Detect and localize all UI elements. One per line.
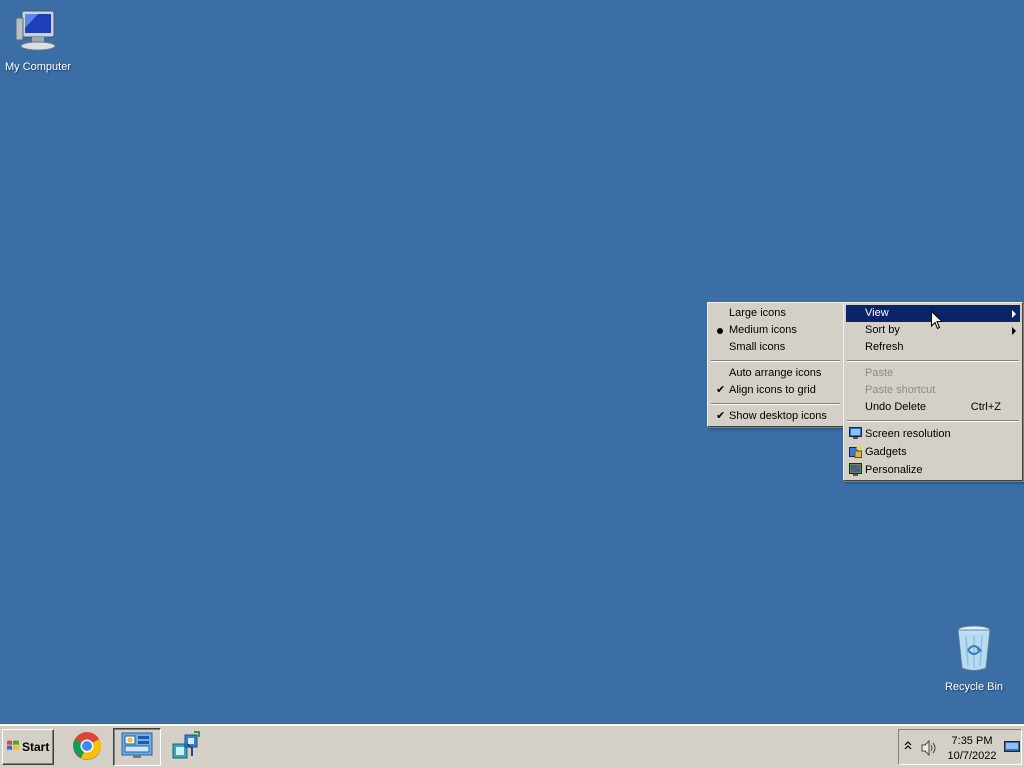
clock-time: 7:35 PM (951, 735, 993, 747)
monitor-icon (849, 427, 862, 440)
taskbar: Start 7:35 PM 10/7/2022 (0, 724, 1024, 768)
show-hidden-icons-button[interactable] (904, 740, 912, 753)
network-icon (170, 730, 202, 765)
start-button[interactable]: Start (2, 729, 54, 765)
taskbar-control-panel-button[interactable] (113, 728, 161, 766)
menu-item-label: Sort by (865, 324, 900, 336)
chrome-icon (72, 731, 102, 764)
checkmark-icon: ✔ (716, 410, 726, 422)
recycle-bin-label: Recycle Bin (944, 681, 1004, 693)
submenu-arrow-icon (1012, 327, 1016, 335)
menu-item-paste-shortcut[interactable]: Paste shortcut (846, 382, 1020, 399)
clock-date: 10/7/2022 (947, 750, 997, 762)
menu-item-align-icons-to-grid[interactable]: ✔ Align icons to grid (710, 382, 841, 399)
menu-item-label: Undo Delete (865, 401, 927, 413)
taskbar-network-button[interactable] (162, 728, 210, 766)
menu-item-auto-arrange-icons[interactable]: Auto arrange icons (710, 365, 841, 382)
menu-separator (710, 356, 841, 365)
my-computer-label: My Computer (4, 61, 72, 73)
menu-item-label: Refresh (865, 341, 904, 353)
radio-bullet-icon (717, 328, 723, 334)
menu-item-label: Screen resolution (865, 428, 951, 440)
clock[interactable]: 7:35 PM 10/7/2022 (945, 734, 999, 764)
control-panel-icon (121, 731, 153, 764)
menu-separator (846, 416, 1020, 425)
windows-logo-icon (6, 739, 22, 756)
menu-item-label: Align icons to grid (729, 384, 816, 396)
menu-item-label: Medium icons (729, 324, 797, 336)
speaker-icon[interactable] (921, 739, 939, 759)
menu-item-shortcut: Ctrl+Z (970, 401, 1001, 413)
notification-area: 7:35 PM 10/7/2022 (898, 729, 1022, 765)
submenu-arrow-icon (1012, 310, 1016, 318)
menu-item-large-icons[interactable]: Large icons (710, 305, 841, 322)
menu-separator (846, 356, 1020, 365)
menu-item-small-icons[interactable]: Small icons (710, 339, 841, 356)
menu-item-undo-delete[interactable]: Undo Delete Ctrl+Z (846, 399, 1020, 416)
computer-icon (0, 8, 76, 57)
menu-item-personalize[interactable]: Personalize (846, 461, 1020, 479)
menu-item-label: Paste shortcut (865, 384, 936, 396)
menu-separator (710, 399, 841, 408)
menu-item-refresh[interactable]: Refresh (846, 339, 1020, 356)
menu-item-label: Personalize (865, 464, 923, 476)
mouse-pointer-icon (931, 310, 944, 333)
menu-item-show-desktop-icons[interactable]: ✔ Show desktop icons (710, 408, 841, 425)
view-submenu: Large icons Medium icons Small icons Aut… (707, 302, 844, 427)
show-desktop-icon[interactable] (1004, 741, 1020, 756)
menu-item-label: View (865, 307, 889, 319)
menu-item-gadgets[interactable]: Gadgets (846, 443, 1020, 461)
menu-item-paste[interactable]: Paste (846, 365, 1020, 382)
menu-item-medium-icons[interactable]: Medium icons (710, 322, 841, 339)
menu-item-label: Gadgets (865, 446, 907, 458)
taskbar-chrome-button[interactable] (63, 728, 111, 766)
menu-item-label: Paste (865, 367, 894, 379)
checkmark-icon: ✔ (716, 384, 726, 396)
menu-item-label: Show desktop icons (729, 410, 827, 422)
recycle-bin-desktop-icon[interactable]: Recycle Bin (936, 624, 1012, 693)
recycle-bin-icon (936, 624, 1012, 677)
menu-item-label: Small icons (729, 341, 786, 353)
menu-item-screen-resolution[interactable]: Screen resolution (846, 425, 1020, 443)
my-computer-desktop-icon[interactable]: My Computer (0, 8, 76, 73)
start-label: Start (22, 740, 50, 754)
menu-item-label: Auto arrange icons (729, 367, 822, 379)
gadgets-icon (849, 445, 862, 458)
menu-item-label: Large icons (729, 307, 786, 319)
personalize-icon (849, 463, 862, 476)
